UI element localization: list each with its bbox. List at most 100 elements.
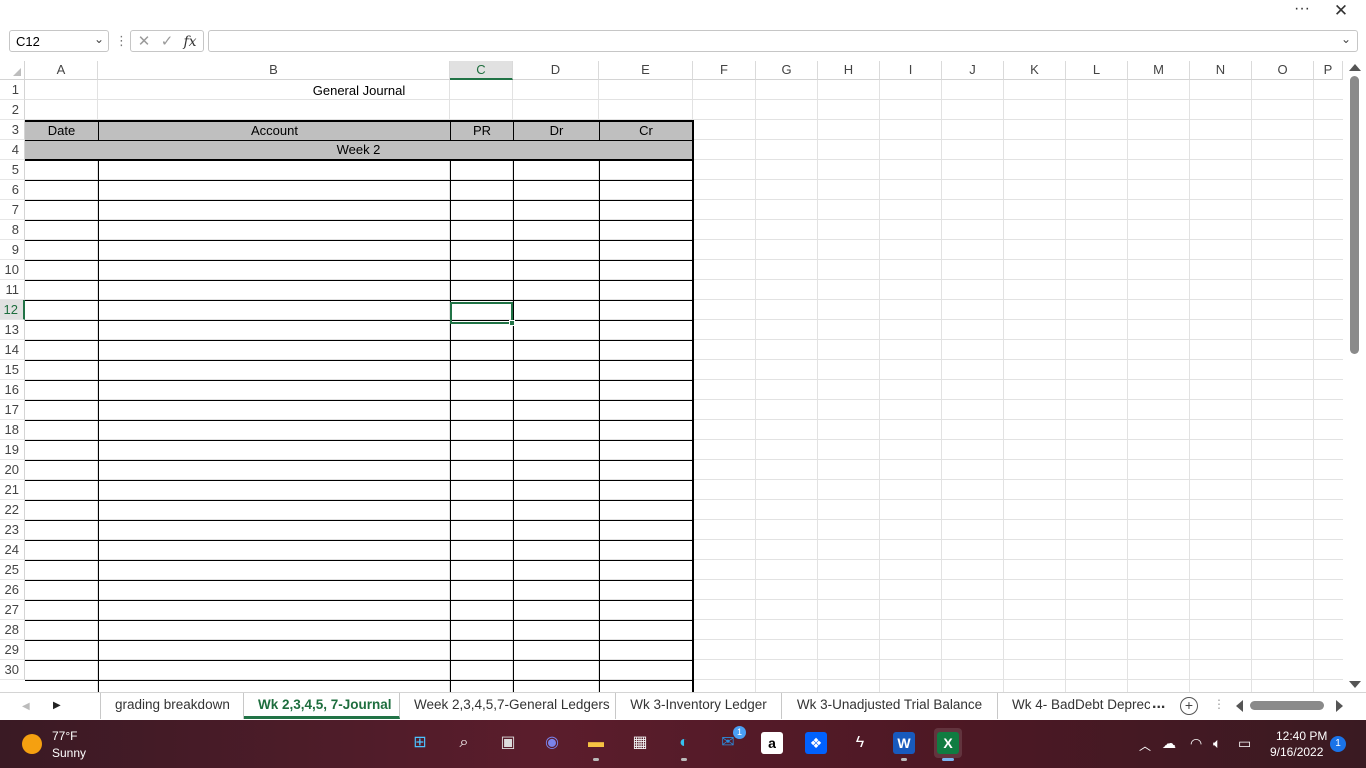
journal-cell[interactable] <box>450 480 514 501</box>
journal-cell[interactable] <box>450 660 514 681</box>
journal-header-dr[interactable]: Dr <box>513 120 600 141</box>
journal-cell[interactable] <box>450 240 514 261</box>
journal-cell[interactable] <box>25 660 99 681</box>
journal-cell[interactable] <box>450 580 514 601</box>
journal-cell[interactable] <box>25 380 99 401</box>
journal-cell[interactable] <box>513 540 600 561</box>
journal-cell[interactable] <box>599 460 694 481</box>
journal-cell[interactable] <box>25 300 99 321</box>
journal-cell[interactable] <box>98 420 451 441</box>
vertical-scrollbar[interactable] <box>1344 62 1366 692</box>
journal-cell[interactable] <box>25 680 99 692</box>
journal-cell[interactable] <box>599 280 694 301</box>
journal-cell[interactable] <box>25 560 99 581</box>
journal-cell[interactable] <box>513 380 600 401</box>
journal-cell[interactable] <box>513 600 600 621</box>
clock-date[interactable]: 9/16/2022 <box>1270 745 1323 759</box>
journal-cell[interactable] <box>513 420 600 441</box>
journal-cell[interactable] <box>599 240 694 261</box>
sheet-tab[interactable]: Wk 3-Inventory Ledger <box>616 693 782 719</box>
journal-cell[interactable] <box>98 520 451 541</box>
journal-cell[interactable] <box>25 640 99 661</box>
journal-cell[interactable] <box>25 200 99 221</box>
journal-cell[interactable] <box>450 180 514 201</box>
journal-cell[interactable] <box>599 160 694 181</box>
journal-cell[interactable] <box>450 560 514 581</box>
dropbox-icon[interactable]: ❖ <box>802 728 830 758</box>
teams-chat-icon[interactable]: ◉ <box>538 728 566 758</box>
weather-description[interactable]: Sunny <box>52 746 86 760</box>
journal-cell[interactable] <box>513 460 600 481</box>
journal-cell[interactable] <box>599 580 694 601</box>
journal-cell[interactable] <box>599 300 694 321</box>
windows-start-icon[interactable]: ⊞ <box>406 728 434 758</box>
journal-cell[interactable] <box>513 440 600 461</box>
journal-cell[interactable] <box>513 340 600 361</box>
journal-section-label[interactable]: Week 2 <box>25 140 694 161</box>
search-icon[interactable]: ⌕ <box>450 728 478 758</box>
journal-cell[interactable] <box>98 220 451 241</box>
journal-cell[interactable] <box>599 680 694 692</box>
journal-cell[interactable] <box>98 280 451 301</box>
journal-cell[interactable] <box>450 260 514 281</box>
scroll-left-icon[interactable] <box>1236 700 1243 712</box>
journal-cell[interactable] <box>599 260 694 281</box>
journal-cell[interactable] <box>98 180 451 201</box>
journal-cell[interactable] <box>450 540 514 561</box>
scroll-up-icon[interactable] <box>1349 64 1361 71</box>
journal-cell[interactable] <box>599 640 694 661</box>
journal-cell[interactable] <box>98 600 451 621</box>
journal-cell[interactable] <box>599 540 694 561</box>
journal-cell[interactable] <box>98 260 451 281</box>
journal-cell[interactable] <box>25 620 99 641</box>
journal-cell[interactable] <box>98 680 451 692</box>
journal-cell[interactable] <box>513 400 600 421</box>
journal-cell[interactable] <box>450 160 514 181</box>
sheet-tab[interactable]: Wk 2,3,4,5, 7-Journal <box>244 693 400 719</box>
journal-cell[interactable] <box>599 420 694 441</box>
journal-cell[interactable] <box>450 200 514 221</box>
journal-cell[interactable] <box>599 440 694 461</box>
weather-temperature[interactable]: 77°F <box>52 729 77 743</box>
journal-cell[interactable] <box>450 400 514 421</box>
volume-icon[interactable]: 🔈︎ <box>1213 735 1221 752</box>
next-sheet-icon[interactable]: ▶ <box>53 700 61 711</box>
journal-cell[interactable] <box>98 580 451 601</box>
journal-cell[interactable] <box>450 360 514 381</box>
journal-cell[interactable] <box>513 560 600 581</box>
journal-cell[interactable] <box>513 660 600 681</box>
app-s-icon[interactable]: ϟ <box>846 728 874 758</box>
journal-cell[interactable] <box>98 360 451 381</box>
journal-cell[interactable] <box>450 220 514 241</box>
journal-cell[interactable] <box>25 420 99 441</box>
notification-badge[interactable]: 1 <box>1330 736 1346 752</box>
journal-cell[interactable] <box>450 340 514 361</box>
journal-cell[interactable] <box>450 620 514 641</box>
journal-cell[interactable] <box>25 400 99 421</box>
journal-cell[interactable] <box>450 500 514 521</box>
journal-cell[interactable] <box>450 280 514 301</box>
journal-cell[interactable] <box>98 620 451 641</box>
microsoft-store-icon[interactable]: ▦ <box>626 728 654 758</box>
journal-cell[interactable] <box>98 320 451 341</box>
journal-cell[interactable] <box>98 540 451 561</box>
journal-cell[interactable] <box>450 420 514 441</box>
onedrive-icon[interactable]: ☁ <box>1162 735 1176 752</box>
journal-cell[interactable] <box>513 360 600 381</box>
sheet-tab[interactable]: Wk 4- BadDebt Deprec <box>998 693 1150 719</box>
journal-cell[interactable] <box>513 580 600 601</box>
vertical-scroll-thumb[interactable] <box>1350 76 1359 354</box>
journal-cell[interactable] <box>599 520 694 541</box>
journal-cell[interactable] <box>599 320 694 341</box>
journal-cell[interactable] <box>599 400 694 421</box>
journal-cell[interactable] <box>25 260 99 281</box>
journal-cell[interactable] <box>513 480 600 501</box>
journal-cell[interactable] <box>98 460 451 481</box>
add-sheet-icon[interactable]: + <box>1180 697 1198 715</box>
scroll-right-icon[interactable] <box>1336 700 1343 712</box>
journal-cell[interactable] <box>450 440 514 461</box>
journal-cell[interactable] <box>25 600 99 621</box>
journal-cell[interactable] <box>450 600 514 621</box>
journal-cell[interactable] <box>513 640 600 661</box>
scroll-down-icon[interactable] <box>1349 681 1361 688</box>
